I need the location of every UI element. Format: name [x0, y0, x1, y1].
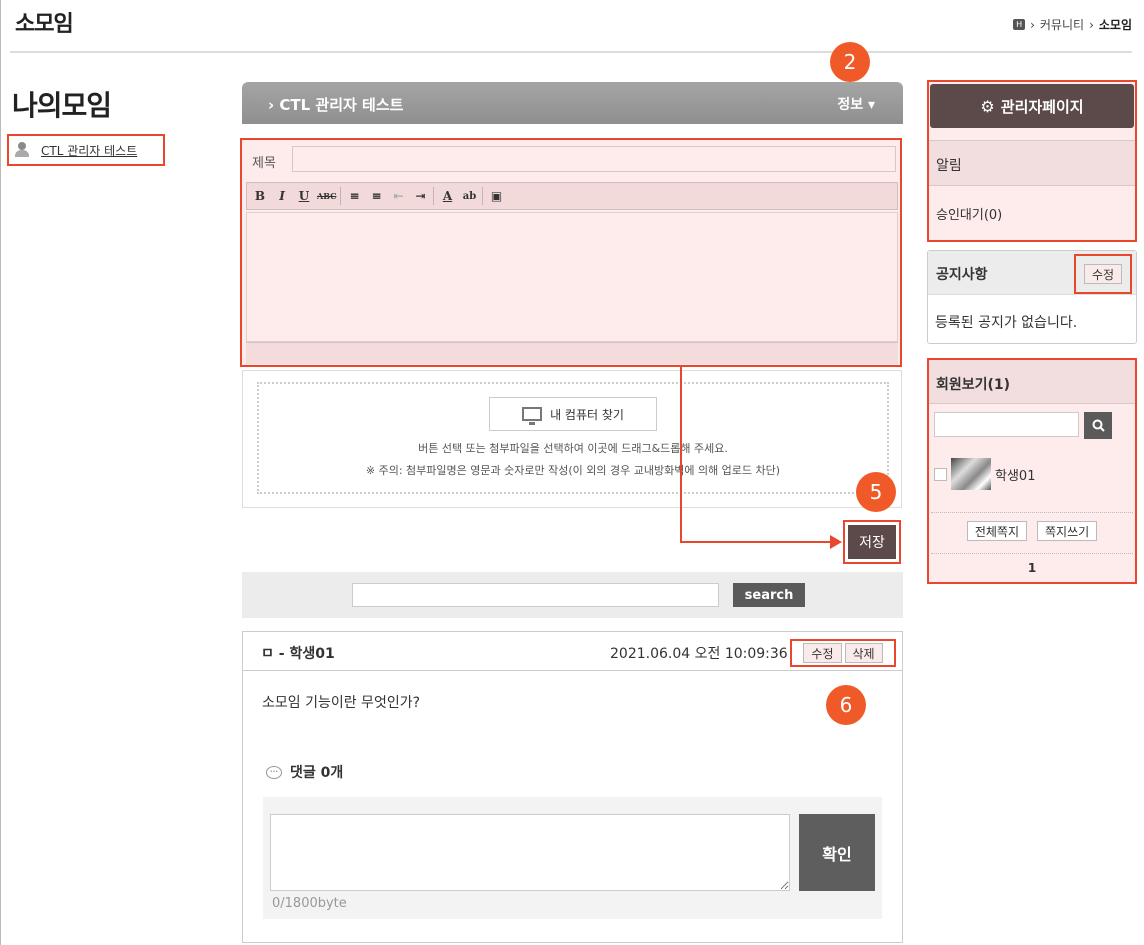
annotation-arrow — [680, 366, 682, 543]
editor-toolbar: B I U ABC ≡ ≡ ⇤ ⇥ A ab ▣ — [246, 182, 898, 210]
comment-bubble-icon: ··· — [266, 765, 282, 779]
strikethrough-icon[interactable]: ABC — [317, 186, 336, 206]
admin-page-button[interactable]: ⚙ 관리자페이지 — [930, 84, 1134, 128]
divider — [931, 553, 1133, 555]
home-icon[interactable]: H — [1013, 19, 1026, 30]
editor-resize-bar[interactable] — [246, 342, 898, 364]
breadcrumb: H › 커뮤니티 › 소모임 — [1013, 16, 1132, 33]
bold-icon[interactable]: B — [251, 186, 269, 206]
step-badge-5: 5 — [856, 472, 896, 512]
member-pagination[interactable]: 1 — [931, 561, 1133, 575]
breadcrumb-current: 소모임 — [1098, 18, 1132, 32]
left-border — [0, 0, 1, 945]
annotation-arrow — [680, 541, 832, 543]
italic-icon[interactable]: I — [273, 186, 291, 206]
post-author: ㅁ - 학생01 — [261, 646, 335, 662]
find-file-label: 내 컴퓨터 찾기 — [550, 407, 624, 422]
gear-icon: ⚙ — [980, 96, 995, 116]
member-search-button[interactable] — [1084, 412, 1112, 439]
comment-count: ··· 댓글 0개 — [266, 762, 343, 782]
notice-empty-message: 등록된 공지가 없습니다. — [935, 315, 1078, 331]
my-group-item[interactable]: CTL 관리자 테스트 — [7, 134, 165, 166]
header-divider — [10, 51, 1132, 53]
breadcrumb-separator: › — [1089, 17, 1094, 32]
upload-warning: ※ 주의: 첨부파일명은 영문과 숫자로만 작성(이 외의 경우 교내방화벽에 … — [365, 464, 781, 477]
post-date: 2021.06.04 오전 10:09:36 — [610, 646, 788, 662]
breadcrumb-community[interactable]: 커뮤니티 — [1040, 16, 1084, 33]
member-name[interactable]: 학생01 — [995, 465, 1035, 484]
group-name: › CTL 관리자 테스트 — [268, 96, 404, 114]
toolbar-separator — [482, 187, 484, 205]
breadcrumb-separator: › — [1030, 17, 1035, 32]
font-color-icon[interactable]: A — [438, 186, 456, 206]
my-groups-title: 나의모임 — [12, 89, 112, 122]
upload-instructions: 버튼 선택 또는 첨부파일을 선택하여 이곳에 드래그&드롭해 주세요. — [418, 442, 728, 455]
member-checkbox[interactable] — [934, 467, 947, 481]
toolbar-separator — [433, 187, 435, 205]
post-editor: 제목 B I U ABC ≡ ≡ ⇤ ⇥ A ab ▣ — [240, 138, 902, 367]
person-icon — [15, 142, 33, 158]
step-badge-6: 6 — [826, 685, 866, 725]
byte-counter: 0/1800byte — [272, 896, 347, 911]
comment-input[interactable] — [270, 814, 790, 891]
notice-title: 공지사항 — [936, 267, 988, 283]
monitor-icon — [522, 407, 543, 425]
subject-input[interactable] — [292, 146, 896, 172]
alert-title: 알림 — [929, 140, 1135, 186]
page-title: 소모임 — [15, 12, 74, 37]
divider — [931, 512, 1133, 514]
subject-label: 제목 — [252, 156, 276, 171]
pending-approval-link[interactable]: 승인대기(0) — [936, 204, 1002, 223]
post-body: 소모임 기능이란 무엇인가? — [262, 695, 421, 711]
member-title: 회원보기(1) — [929, 360, 1135, 404]
toolbar-separator — [340, 187, 342, 205]
avatar — [951, 458, 991, 490]
admin-page-label: 관리자페이지 — [1000, 97, 1084, 116]
group-info-dropdown[interactable]: 정보 ▾ — [837, 94, 875, 114]
all-message-button[interactable]: 전체쪽지 — [966, 521, 1027, 541]
comment-submit-button[interactable]: 확인 — [799, 814, 875, 891]
underline-icon[interactable]: U — [295, 186, 313, 206]
ordered-list-icon[interactable]: ≡ — [345, 186, 363, 206]
post-delete-button[interactable]: 삭제 — [844, 643, 883, 663]
search-icon — [1092, 419, 1105, 432]
unordered-list-icon[interactable]: ≡ — [367, 186, 385, 206]
group-header: › CTL 관리자 테스트 정보 ▾ — [242, 82, 903, 124]
find-file-button[interactable]: 내 컴퓨터 찾기 — [489, 397, 657, 431]
my-group-link[interactable]: CTL 관리자 테스트 — [41, 142, 137, 159]
editor-content-area[interactable] — [246, 212, 898, 342]
search-button[interactable]: search — [733, 583, 805, 607]
indent-icon[interactable]: ⇥ — [411, 186, 429, 206]
notice-edit-button[interactable]: 수정 — [1083, 264, 1123, 284]
member-message-actions: 전체쪽지 쪽지쓰기 — [931, 521, 1133, 541]
insert-media-icon[interactable]: ▣ — [487, 186, 505, 206]
member-search-input[interactable] — [934, 412, 1079, 437]
save-button[interactable]: 저장 — [848, 525, 896, 559]
post-search-input[interactable] — [352, 583, 719, 607]
post-edit-button[interactable]: 수정 — [803, 643, 842, 663]
step-badge-2: 2 — [830, 42, 870, 82]
highlight-color-icon[interactable]: ab — [460, 186, 478, 206]
comment-count-label: 댓글 0개 — [290, 765, 344, 781]
annotation-arrow-head — [830, 535, 842, 549]
outdent-icon[interactable]: ⇤ — [389, 186, 407, 206]
post-actions: 수정 삭제 — [790, 639, 896, 667]
write-message-button[interactable]: 쪽지쓰기 — [1037, 521, 1098, 541]
member-list-item: 학생01 — [934, 458, 1035, 490]
notice-edit-highlight: 수정 — [1074, 254, 1132, 294]
